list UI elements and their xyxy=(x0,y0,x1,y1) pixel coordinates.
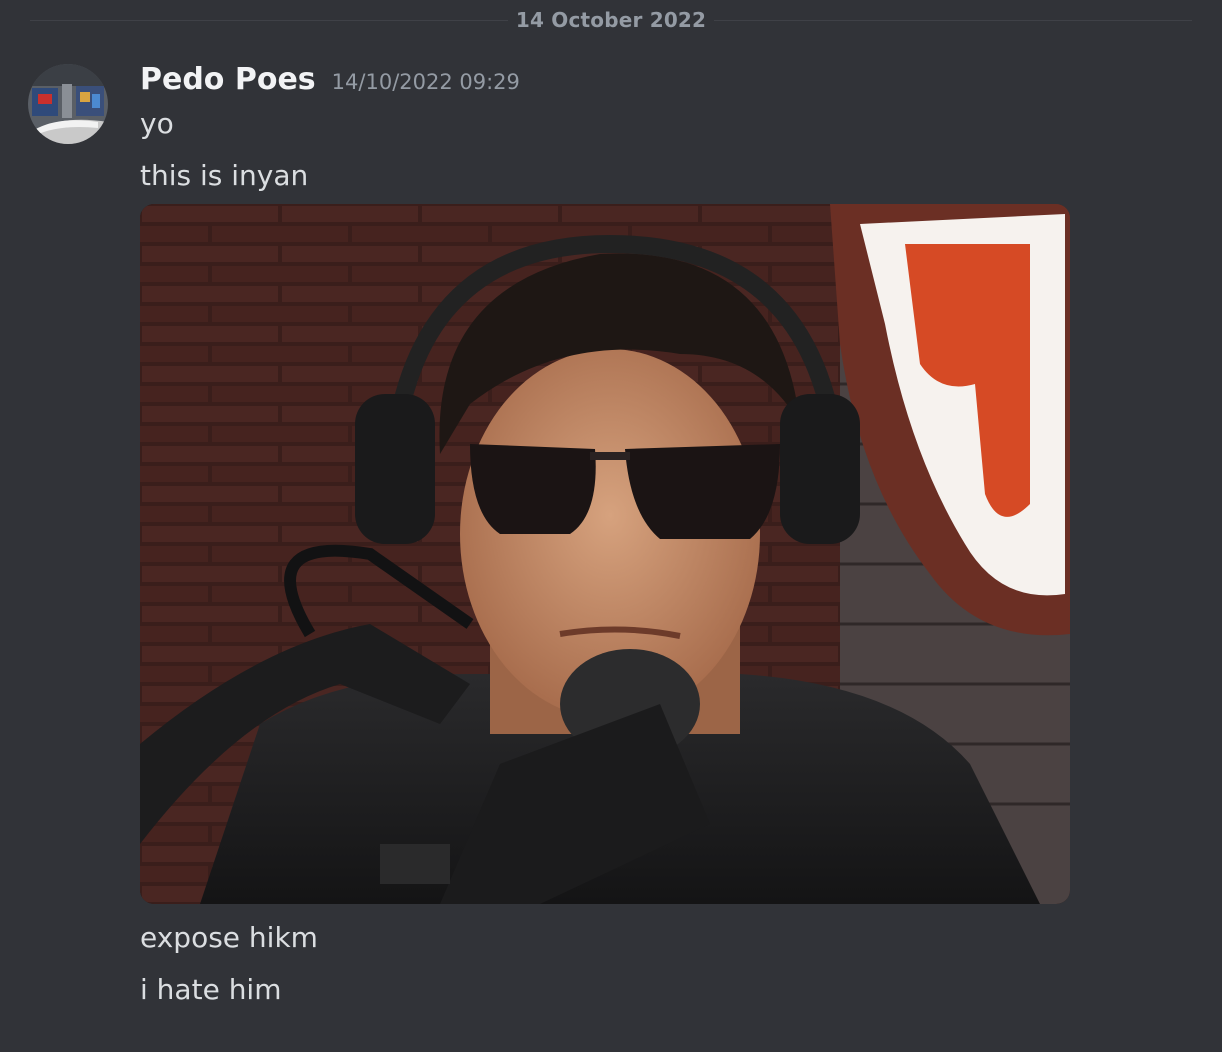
chat-view: 14 October 2022 Pedo Poes 14/10/2022 09:… xyxy=(0,0,1222,1052)
avatar-photo-icon xyxy=(28,64,108,144)
message-header: Pedo Poes 14/10/2022 09:29 xyxy=(140,62,520,102)
image-attachment[interactable] xyxy=(140,204,1070,904)
user-avatar[interactable] xyxy=(28,64,108,144)
divider-line-left xyxy=(30,19,508,21)
attachment-photo xyxy=(140,204,1070,904)
message-line: this is inyan xyxy=(140,159,309,192)
username[interactable]: Pedo Poes xyxy=(140,62,316,97)
message-line: i hate him xyxy=(140,973,282,1006)
message-timestamp[interactable]: 14/10/2022 09:29 xyxy=(332,70,520,94)
message-line: yo xyxy=(140,107,174,140)
divider-line-right xyxy=(714,19,1193,21)
divider-date: 14 October 2022 xyxy=(515,8,707,32)
date-divider: 14 October 2022 xyxy=(30,6,1193,34)
message-line: expose hikm xyxy=(140,921,318,954)
